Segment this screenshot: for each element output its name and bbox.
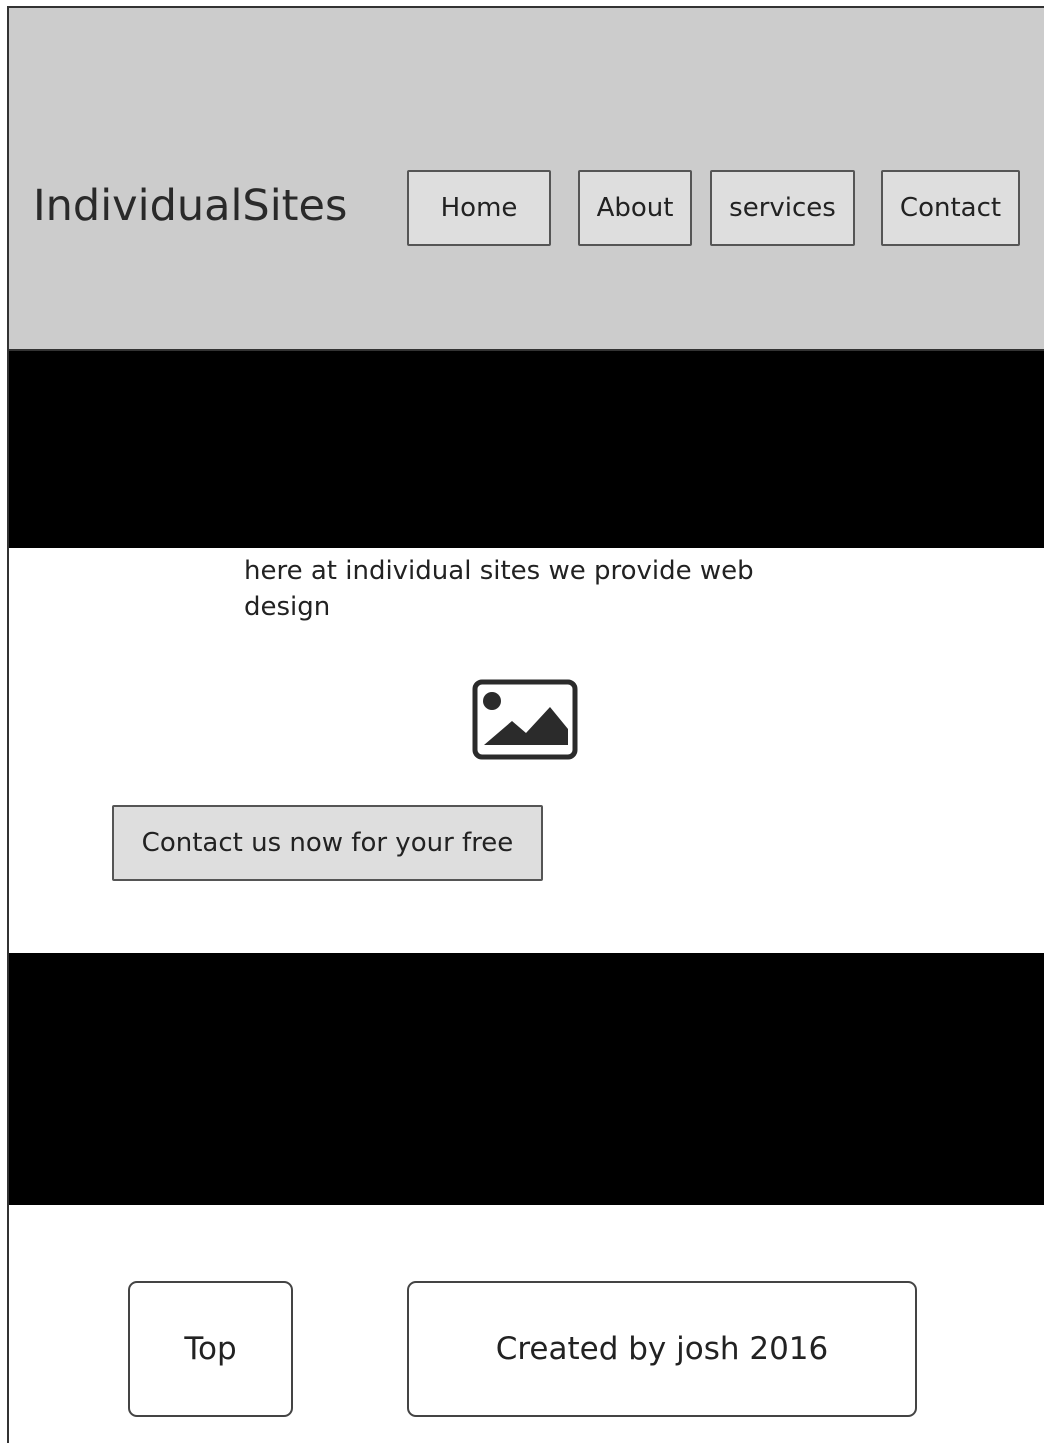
nav-about-button[interactable]: About [578,170,692,246]
hero-banner [9,351,1044,548]
nav-home-button[interactable]: Home [407,170,551,246]
intro-text: here at individual sites we provide web … [244,556,754,622]
contact-cta-button[interactable]: Contact us now for your free [112,805,543,881]
image-placeholder-icon [472,679,578,760]
nav-contact-button[interactable]: Contact [881,170,1020,246]
footer-credit: Created by josh 2016 [407,1281,917,1417]
content-banner [9,953,1044,1205]
back-to-top-button[interactable]: Top [128,1281,293,1417]
site-logo[interactable]: IndividualSites [33,176,347,236]
nav-services-button[interactable]: services [710,170,855,246]
